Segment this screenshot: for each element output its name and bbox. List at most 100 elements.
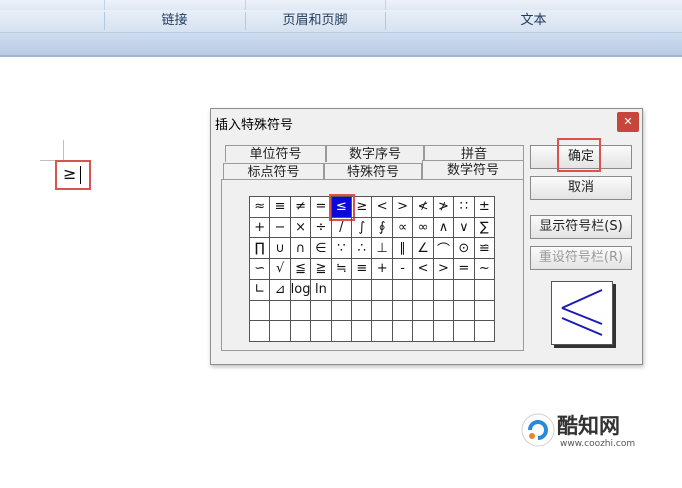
symbol-cell[interactable]: / bbox=[331, 217, 353, 239]
symbol-cell[interactable]: √ bbox=[270, 259, 291, 280]
symbol-grid: ≈ ≡ ≠ = ≤ ≥ < > ≮ ≯ ∷ ± + − × ÷ / ∫ ∮ ∝ ∞ ∧ ∨ ∑ ∏ ∪ ∩ ∈ ∵ ∴ ⊥ ∥ ∠ ⌒ ⊙ ≌ ∽ √ ≦ ≧… bbox=[249, 194, 495, 342]
symbol-cell[interactable]: > bbox=[433, 259, 455, 280]
symbol-cell[interactable]: ≌ bbox=[474, 238, 495, 260]
symbol-cell[interactable]: + bbox=[250, 217, 271, 239]
symbol-cell[interactable]: ∑ bbox=[474, 217, 495, 239]
symbol-cell[interactable]: ∥ bbox=[392, 238, 414, 260]
symbol-preview bbox=[551, 281, 613, 345]
symbol-cell[interactable]: ⊿ bbox=[270, 279, 291, 301]
symbol-cell[interactable]: ≮ bbox=[413, 197, 434, 218]
ribbon-separator bbox=[104, 12, 105, 30]
symbol-cell[interactable] bbox=[413, 300, 434, 322]
symbol-cell[interactable] bbox=[250, 321, 271, 342]
symbol-cell[interactable]: ∫ bbox=[352, 217, 373, 239]
symbol-cell[interactable] bbox=[352, 300, 373, 322]
tab-special-symbols[interactable]: 特殊符号 bbox=[324, 163, 422, 180]
symbol-cell[interactable]: ∩ bbox=[290, 238, 312, 260]
symbol-cell[interactable] bbox=[372, 321, 393, 342]
symbol-cell[interactable] bbox=[454, 279, 475, 301]
symbol-cell[interactable]: ∽ bbox=[250, 259, 271, 280]
symbol-cell[interactable] bbox=[331, 279, 353, 301]
tab-punctuation[interactable]: 标点符号 bbox=[223, 163, 324, 180]
tab-unit-symbols[interactable]: 单位符号 bbox=[225, 145, 326, 162]
symbol-cell[interactable]: < bbox=[372, 197, 393, 218]
symbol-cell[interactable]: − bbox=[270, 217, 291, 239]
symbol-cell[interactable] bbox=[331, 321, 353, 342]
symbol-cell-selected[interactable]: ≤ bbox=[328, 194, 356, 221]
symbol-cell[interactable]: ∷ bbox=[454, 197, 475, 218]
symbol-cell[interactable] bbox=[352, 279, 373, 301]
symbol-cell[interactable]: ≡ bbox=[352, 259, 373, 280]
symbol-cell[interactable] bbox=[454, 321, 475, 342]
symbol-cell[interactable]: - bbox=[392, 259, 414, 280]
symbol-cell[interactable]: × bbox=[290, 217, 312, 239]
symbol-cell[interactable]: ∨ bbox=[454, 217, 475, 239]
symbol-cell[interactable] bbox=[392, 321, 414, 342]
symbol-cell[interactable] bbox=[392, 300, 414, 322]
symbol-cell[interactable]: ⊥ bbox=[372, 238, 393, 260]
symbol-cell[interactable] bbox=[270, 321, 291, 342]
symbol-cell[interactable]: ∠ bbox=[413, 238, 434, 260]
symbol-cell[interactable]: ≠ bbox=[290, 197, 312, 218]
symbol-cell[interactable] bbox=[352, 321, 373, 342]
symbol-cell[interactable]: ~ bbox=[474, 259, 495, 280]
ribbon-lower-bar bbox=[0, 33, 682, 57]
close-icon[interactable]: ✕ bbox=[617, 112, 639, 132]
symbol-cell[interactable] bbox=[474, 279, 495, 301]
symbol-cell[interactable]: = bbox=[311, 197, 332, 218]
show-symbol-bar-button[interactable]: 显示符号栏(S) bbox=[530, 215, 632, 239]
symbol-cell[interactable] bbox=[311, 300, 332, 322]
symbol-cell[interactable]: ∝ bbox=[392, 217, 414, 239]
symbol-cell[interactable]: ± bbox=[474, 197, 495, 218]
symbol-cell[interactable] bbox=[372, 279, 393, 301]
symbol-cell[interactable] bbox=[454, 300, 475, 322]
symbol-cell[interactable]: ⊙ bbox=[454, 238, 475, 260]
symbol-cell[interactable] bbox=[311, 321, 332, 342]
symbol-cell[interactable]: + bbox=[372, 259, 393, 280]
symbol-cell[interactable] bbox=[290, 321, 312, 342]
symbol-cell[interactable]: ≯ bbox=[433, 197, 455, 218]
symbol-cell[interactable]: < bbox=[413, 259, 434, 280]
symbol-cell[interactable] bbox=[372, 300, 393, 322]
symbol-cell[interactable] bbox=[392, 279, 414, 301]
symbol-cell[interactable]: ∧ bbox=[433, 217, 455, 239]
symbol-cell[interactable]: ⌒ bbox=[433, 238, 455, 260]
symbol-cell[interactable]: log bbox=[290, 279, 312, 301]
symbol-cell[interactable]: ∵ bbox=[331, 238, 353, 260]
symbol-cell[interactable] bbox=[433, 321, 455, 342]
highlight-box-ok bbox=[557, 138, 601, 172]
ribbon-separator bbox=[385, 12, 386, 30]
symbol-cell[interactable]: ≒ bbox=[331, 259, 353, 280]
symbol-cell[interactable]: ∴ bbox=[352, 238, 373, 260]
symbol-cell[interactable]: ∞ bbox=[413, 217, 434, 239]
symbol-cell[interactable]: ∪ bbox=[270, 238, 291, 260]
symbol-cell[interactable] bbox=[433, 300, 455, 322]
symbol-cell[interactable]: = bbox=[454, 259, 475, 280]
symbol-cell[interactable] bbox=[433, 279, 455, 301]
ribbon-group-labels: 链接 页眉和页脚 文本 bbox=[0, 10, 682, 33]
symbol-cell[interactable] bbox=[413, 321, 434, 342]
symbol-cell[interactable] bbox=[250, 300, 271, 322]
symbol-cell[interactable]: ∮ bbox=[372, 217, 393, 239]
symbol-cell[interactable]: ≡ bbox=[270, 197, 291, 218]
symbol-cell[interactable]: > bbox=[392, 197, 414, 218]
symbol-cell[interactable]: ln bbox=[311, 279, 332, 301]
symbol-cell[interactable]: ≈ bbox=[250, 197, 271, 218]
symbol-cell[interactable] bbox=[290, 300, 312, 322]
symbol-cell[interactable]: ≦ bbox=[290, 259, 312, 280]
tab-number-sequence[interactable]: 数字序号 bbox=[326, 145, 424, 162]
symbol-cell[interactable]: ≧ bbox=[311, 259, 332, 280]
symbol-cell[interactable]: ÷ bbox=[311, 217, 332, 239]
symbol-cell[interactable]: ∈ bbox=[311, 238, 332, 260]
symbol-cell[interactable]: ≥ bbox=[352, 197, 373, 218]
symbol-cell[interactable] bbox=[474, 321, 495, 342]
symbol-cell[interactable] bbox=[270, 300, 291, 322]
symbol-cell[interactable] bbox=[474, 300, 495, 322]
symbol-cell[interactable] bbox=[331, 300, 353, 322]
cancel-button[interactable]: 取消 bbox=[530, 176, 632, 200]
symbol-cell[interactable] bbox=[413, 279, 434, 301]
symbol-cell[interactable]: ∏ bbox=[250, 238, 271, 260]
symbol-cell[interactable]: ∟ bbox=[250, 279, 271, 301]
tab-math-symbols[interactable]: 数学符号 bbox=[422, 160, 524, 180]
group-text-label: 文本 bbox=[520, 13, 547, 28]
